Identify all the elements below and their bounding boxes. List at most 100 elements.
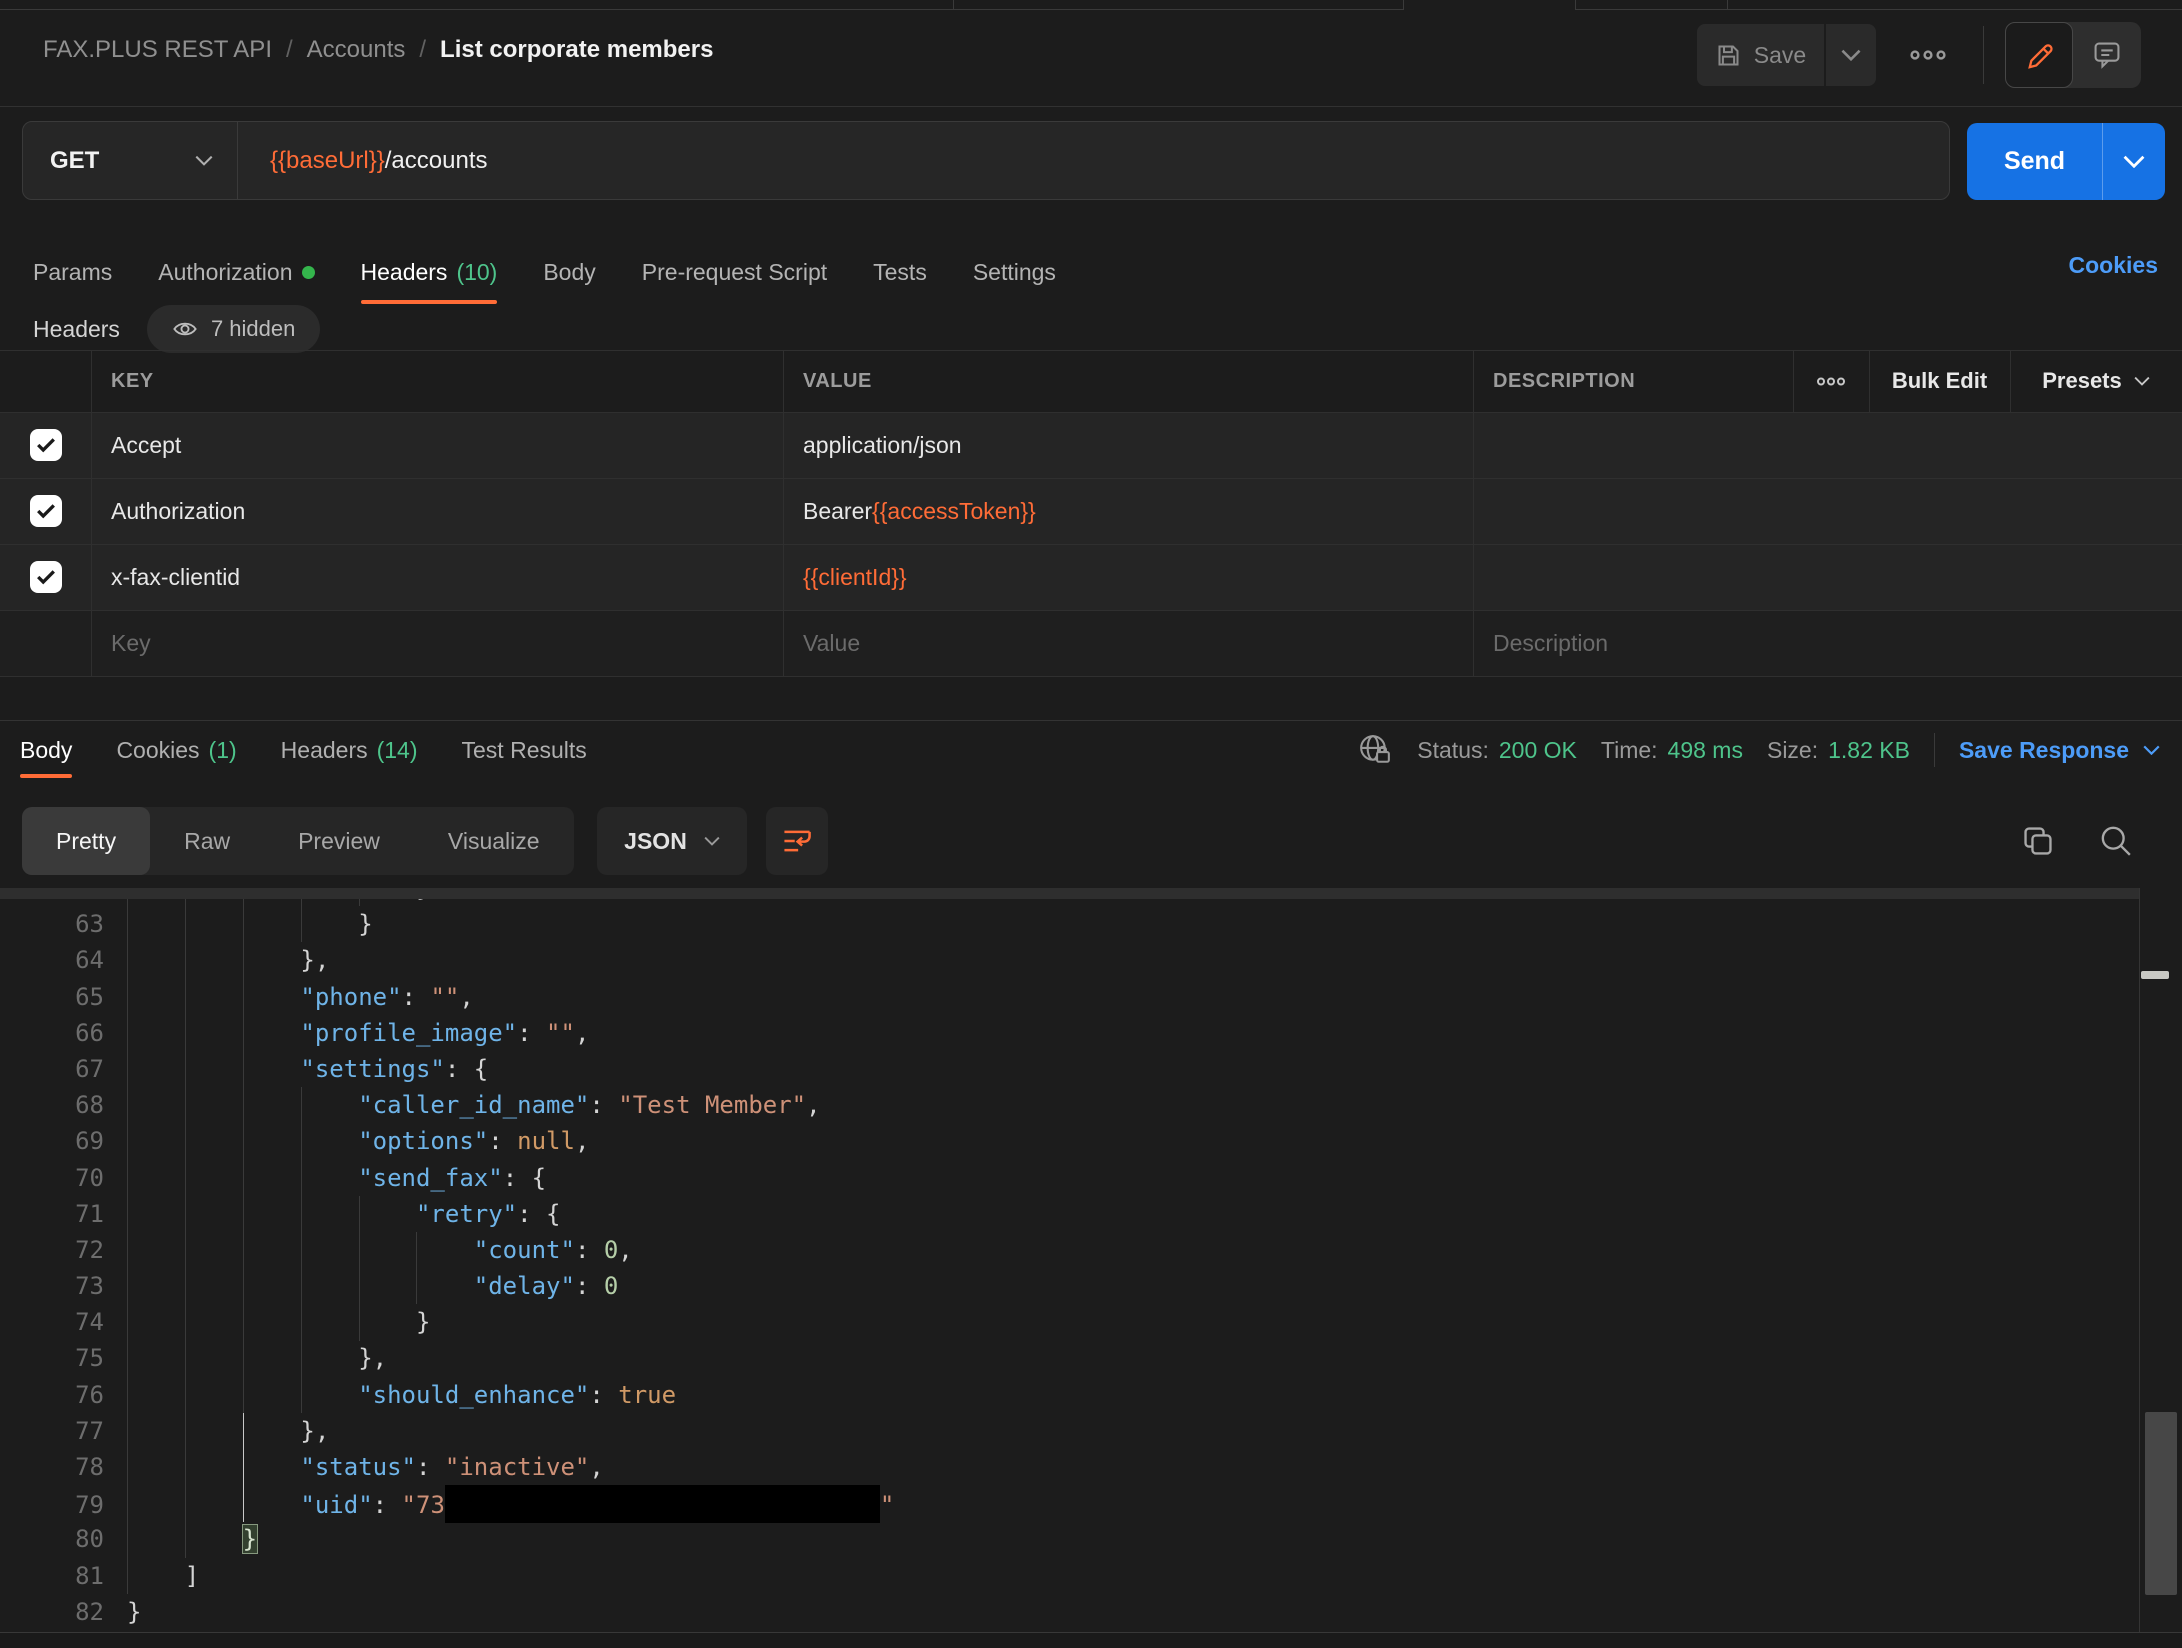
chevron-down-icon [195,155,213,166]
table-column-divider [91,350,92,676]
bulk-edit-button[interactable]: Bulk Edit [1869,350,2010,412]
description-placeholder[interactable]: Description [1493,610,1608,676]
header-enabled-checkbox[interactable] [30,495,62,527]
request-tab-authorization[interactable]: Authorization [158,240,315,304]
key-placeholder[interactable]: Key [111,610,151,676]
chevron-down-icon [1841,49,1861,61]
save-button[interactable]: Save [1697,24,1824,86]
table-border [0,478,2182,479]
response-tab-body[interactable]: Body [20,722,73,778]
request-title[interactable]: List corporate members [440,36,713,64]
table-column-divider [1473,350,1474,676]
comment-icon [2092,39,2122,71]
size-value[interactable]: 1.82 KB [1828,737,1910,764]
send-button[interactable]: Send [1967,147,2102,176]
presets-dropdown[interactable]: Presets [2010,350,2182,412]
chevron-down-icon [2143,745,2160,755]
breadcrumb-folder[interactable]: Accounts [307,36,406,64]
new-header-row: Key Value Description [0,610,2182,676]
header-key-cell[interactable]: x-fax-clientid [111,544,240,610]
more-actions-button[interactable] [1900,30,1956,80]
headers-table: Accept application/json Authorization Beare… [0,350,2182,677]
breadcrumb: FAX.PLUS REST API / Accounts / List corp… [43,36,713,64]
code-line-72: 72 "count": 0, [0,1232,894,1268]
save-response-dropdown[interactable]: Save Response [1959,737,2160,764]
request-tab-body[interactable]: Body [543,240,595,304]
tab-label: Authorization [158,258,293,285]
table-border [0,610,2182,611]
code-line-63: 63 } [0,906,894,942]
status-label: Status: [1417,736,1489,763]
tab-label: Tests [873,258,927,285]
line-number: 80 [75,1525,104,1554]
wrap-lines-button[interactable] [766,807,828,875]
response-body-editor[interactable]: 62 }63 }64 },65 "phone": "",66 "profile_… [0,888,2139,1632]
request-tab-tests[interactable]: Tests [873,240,927,304]
chevron-down-icon [2123,155,2145,168]
tab-count: (10) [456,258,498,285]
header-value-cell[interactable]: Bearer {{accessToken}} [803,478,1036,544]
table-column-divider [783,350,784,676]
line-number: 70 [75,1163,104,1192]
line-number: 77 [75,1416,104,1445]
view-mode-visualize[interactable]: Visualize [414,807,574,875]
code-line-66: 66 "profile_image": "", [0,1015,894,1051]
network-info-icon[interactable] [1357,732,1393,768]
edit-request-toggle[interactable] [2005,22,2073,88]
line-number: 68 [75,1091,104,1120]
line-number: 81 [75,1561,104,1590]
request-tab-settings[interactable]: Settings [973,240,1056,304]
hidden-headers-label: 7 hidden [210,316,296,341]
authorization-configured-dot [301,265,315,279]
cookies-link[interactable]: Cookies [2069,252,2158,279]
value-placeholder[interactable]: Value [803,610,860,676]
response-tab-test-results[interactable]: Test Results [462,722,587,778]
line-number: 71 [75,1199,104,1228]
request-tab-pre-request-script[interactable]: Pre-request Script [642,240,827,304]
tab-strip-line [1575,9,2182,10]
response-tab-headers[interactable]: Headers (14) [281,722,418,778]
meta-divider [1933,733,1935,767]
line-number: 65 [75,982,104,1011]
header-enabled-checkbox[interactable] [30,429,62,461]
copy-response-button[interactable] [2020,823,2056,859]
tab-label: Test Results [461,736,587,763]
save-options-dropdown[interactable] [1826,24,1876,86]
method-selector[interactable]: GET [23,122,238,199]
tab-label: Body [543,258,596,285]
column-options-button[interactable] [1793,350,1869,412]
url-input[interactable]: {{baseUrl}}/accounts [238,122,488,199]
view-mode-preview[interactable]: Preview [264,807,414,875]
redacted-value [444,1485,880,1524]
header-row-x-fax-clientid: x-fax-clientid {{clientId}} [0,544,2182,610]
table-border [0,544,2182,545]
header-key-cell[interactable]: Authorization [111,478,245,544]
tab-strip-line [0,9,1403,10]
status-value[interactable]: 200 OK [1499,737,1577,764]
response-tab-cookies[interactable]: Cookies (1) [116,722,236,778]
scrollbar-thumb[interactable] [2145,1412,2177,1595]
header-enabled-checkbox[interactable] [30,561,62,593]
header-key-cell[interactable]: Accept [111,412,181,478]
language-selector[interactable]: JSON [597,807,747,875]
header-value-cell[interactable]: {{clientId}} [803,544,907,610]
time-value[interactable]: 498 ms [1668,737,1743,764]
hidden-headers-toggle[interactable]: 7 hidden [146,305,321,353]
code-line-71: 71 "retry": { [0,1196,894,1232]
save-button-label: Save [1753,41,1807,68]
tab-boundary [1403,0,1404,10]
header-divider [1983,26,1984,84]
line-number: 73 [75,1272,104,1301]
code-line-82: 82} [0,1594,894,1630]
view-mode-raw[interactable]: Raw [150,807,264,875]
tab-label: Settings [972,258,1056,285]
header-value-cell[interactable]: application/json [803,412,962,478]
documentation-toggle[interactable] [2073,22,2141,88]
view-mode-pretty[interactable]: Pretty [22,807,151,875]
request-tab-headers[interactable]: Headers (10) [360,240,498,304]
request-tab-params[interactable]: Params [33,240,112,304]
send-options-dropdown[interactable] [2103,155,2165,168]
window-bottom-edge [0,1632,2182,1648]
search-response-button[interactable] [2098,823,2134,859]
breadcrumb-collection-root[interactable]: FAX.PLUS REST API [43,36,272,64]
